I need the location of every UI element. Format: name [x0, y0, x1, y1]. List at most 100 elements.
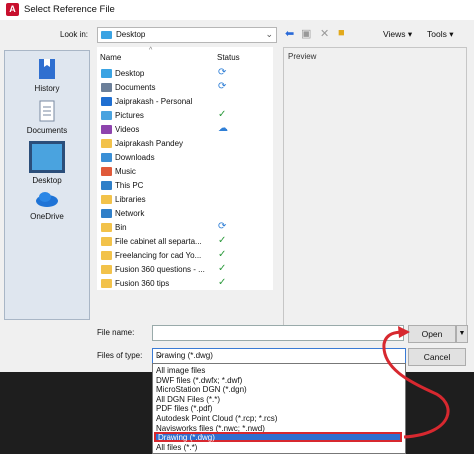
- autocad-app-icon: A: [6, 3, 19, 16]
- file-type-option[interactable]: PDF files (*.pdf): [156, 404, 212, 413]
- places-item-documents[interactable]: Documents: [5, 99, 89, 135]
- look-in-label: Look in:: [60, 30, 89, 39]
- open-button[interactable]: Open: [408, 325, 456, 343]
- places-item-label: OneDrive: [30, 212, 64, 221]
- folder-icon: [101, 111, 112, 120]
- file-type-option[interactable]: Drawing (*.dwg): [154, 432, 402, 443]
- preview-label: Preview: [288, 52, 317, 61]
- file-list-item[interactable]: File cabinet all separta... ✓: [101, 235, 269, 249]
- onedrive-cloud-icon: [36, 192, 58, 207]
- file-name-label: File name:: [97, 328, 135, 337]
- file-list-item-name: Documents: [115, 83, 156, 92]
- file-list-item-name: Fusion 360 questions - ...: [115, 265, 205, 274]
- folder-icon: [101, 97, 112, 106]
- file-list-item-name: This PC: [115, 181, 144, 190]
- available-status-icon: ✓: [218, 249, 227, 260]
- look-in-dropdown[interactable]: Desktop ⌄: [97, 27, 277, 43]
- file-type-option[interactable]: DWF files (*.dwfx; *.dwf): [156, 376, 242, 385]
- select-reference-file-dialog: A Select Reference File Look in: Desktop…: [0, 0, 474, 372]
- file-list-item-name: Videos: [115, 125, 140, 134]
- sort-ascending-icon: ^: [149, 47, 153, 54]
- available-status-icon: ✓: [218, 277, 227, 288]
- folder-icon: [101, 209, 112, 218]
- files-of-type-label: Files of type:: [97, 351, 143, 360]
- file-list-item-name: Jaiprakash Pandey: [115, 139, 184, 148]
- file-list-item[interactable]: Libraries: [101, 193, 269, 207]
- places-item-label: Documents: [26, 126, 68, 135]
- column-header-name[interactable]: Name: [100, 53, 121, 62]
- desktop-folder-icon: [101, 31, 112, 39]
- file-list-item-name: Bin: [115, 223, 127, 232]
- views-menu[interactable]: Views ▾: [383, 29, 412, 40]
- file-list-item[interactable]: Jaiprakash - Personal: [101, 95, 269, 109]
- folder-icon: [101, 83, 112, 92]
- file-list[interactable]: ^ Name Status Desktop ⟳ Documents ⟳ Jaipraka…: [97, 47, 273, 290]
- sync-status-icon: ⟳: [218, 81, 227, 92]
- file-type-option[interactable]: All DGN Files (*.*): [156, 395, 220, 404]
- cancel-button[interactable]: Cancel: [408, 348, 466, 366]
- folder-icon: [101, 251, 112, 260]
- file-list-item-name: Libraries: [115, 195, 146, 204]
- column-header-status[interactable]: Status: [217, 53, 240, 62]
- available-status-icon: ✓: [218, 109, 227, 120]
- file-list-item[interactable]: Jaiprakash Pandey: [101, 137, 269, 151]
- folder-icon: [101, 69, 112, 78]
- file-type-option[interactable]: MicroStation DGN (*.dgn): [156, 385, 247, 394]
- documents-icon: [39, 100, 55, 122]
- file-list-item[interactable]: Desktop ⟳: [101, 67, 269, 81]
- file-list-item-name: Desktop: [115, 69, 145, 78]
- file-list-item-name: Freelancing for cad Yo...: [115, 251, 202, 260]
- folder-icon: [101, 167, 112, 176]
- file-list-item[interactable]: This PC: [101, 179, 269, 193]
- file-list-item-name: Music: [115, 167, 136, 176]
- new-folder-icon[interactable]: ■: [338, 27, 345, 39]
- file-type-option[interactable]: All files (*.*): [156, 443, 197, 452]
- places-item-label: History: [34, 84, 60, 93]
- sync-status-icon: ⟳: [218, 67, 227, 78]
- places-item-history[interactable]: History: [5, 57, 89, 93]
- open-options-dropdown-icon[interactable]: ▼: [456, 325, 468, 343]
- delete-icon[interactable]: ✕: [320, 27, 329, 40]
- file-list-item[interactable]: Downloads: [101, 151, 269, 165]
- cloud-status-icon: ☁: [218, 123, 228, 134]
- files-of-type-options[interactable]: All image files DWF files (*.dwfx; *.dwf)…: [152, 363, 406, 454]
- file-list-item[interactable]: Bin ⟳: [101, 221, 269, 235]
- file-list-item[interactable]: Fusion 360 tips ✓: [101, 277, 269, 291]
- folder-icon: [101, 139, 112, 148]
- back-icon[interactable]: ⬅: [285, 27, 294, 40]
- tools-menu[interactable]: Tools ▾: [427, 29, 453, 40]
- file-list-item-name: Pictures: [115, 111, 144, 120]
- folder-icon: [101, 125, 112, 134]
- file-type-option[interactable]: All image files: [156, 366, 205, 375]
- file-list-item[interactable]: Pictures ✓: [101, 109, 269, 123]
- file-list-item[interactable]: Fusion 360 questions - ... ✓: [101, 263, 269, 277]
- folder-icon: [101, 223, 112, 232]
- folder-icon: [101, 279, 112, 288]
- history-icon: [39, 59, 55, 79]
- folder-icon: [101, 265, 112, 274]
- sync-status-icon: ⟳: [218, 221, 227, 232]
- file-list-item[interactable]: Documents ⟳: [101, 81, 269, 95]
- chevron-down-icon: ⌄: [265, 29, 273, 39]
- folder-icon: [101, 181, 112, 190]
- desktop-icon: [29, 141, 65, 173]
- up-folder-icon[interactable]: ▣: [301, 27, 311, 40]
- folder-icon: [101, 153, 112, 162]
- look-in-value: Desktop: [116, 30, 146, 39]
- window-title: Select Reference File: [24, 4, 115, 15]
- file-type-option[interactable]: Autodesk Point Cloud (*.rcp; *.rcs): [156, 414, 277, 423]
- chevron-down-icon: ⌄: [156, 349, 164, 359]
- available-status-icon: ✓: [218, 235, 227, 246]
- places-item-onedrive[interactable]: OneDrive: [5, 189, 89, 221]
- file-list-item[interactable]: Freelancing for cad Yo... ✓: [101, 249, 269, 263]
- available-status-icon: ✓: [218, 263, 227, 274]
- file-list-item-name: File cabinet all separta...: [115, 237, 202, 246]
- files-of-type-dropdown[interactable]: Drawing (*.dwg) ⌄: [152, 348, 406, 364]
- file-list-item[interactable]: Music: [101, 165, 269, 179]
- file-list-item[interactable]: Network: [101, 207, 269, 221]
- places-item-desktop[interactable]: Desktop: [5, 139, 89, 185]
- title-bar: A Select Reference File: [0, 0, 474, 20]
- file-name-input[interactable]: [152, 325, 404, 341]
- file-list-item-name: Fusion 360 tips: [115, 279, 170, 288]
- file-list-item[interactable]: Videos ☁: [101, 123, 269, 137]
